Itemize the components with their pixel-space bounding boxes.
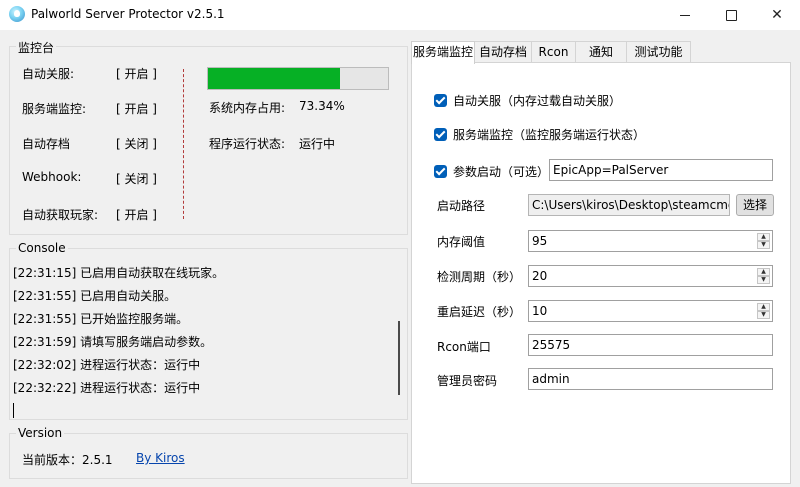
maximize-button[interactable]: [708, 0, 754, 30]
version-group: Version 当前版本：2.5.1 By Kiros: [9, 426, 408, 479]
window-title: Palworld Server Protector v2.5.1: [31, 7, 225, 21]
restart-delay-input[interactable]: 10 ▲ ▼: [528, 300, 773, 322]
text-caret: [13, 403, 14, 418]
program-status-label: 程序运行状态:: [209, 137, 286, 151]
arrow-up-icon[interactable]: ▲: [757, 303, 770, 311]
monitor-divider: [183, 69, 184, 219]
monitor-group-title: 监控台: [16, 39, 57, 56]
launch-args-input[interactable]: EpicApp=PalServer: [549, 159, 773, 181]
check-interval-input[interactable]: 20 ▲ ▼: [528, 265, 773, 287]
palworld-app-icon: [9, 6, 25, 22]
arrow-down-icon[interactable]: ▼: [757, 311, 770, 319]
maximize-icon: [725, 9, 737, 21]
check-icon: [434, 128, 447, 141]
memory-usage-label: 系统内存占用:: [209, 101, 286, 115]
memory-threshold-label: 内存阈值: [437, 235, 486, 249]
minimize-button[interactable]: [662, 0, 708, 30]
monitor-label-auto-players: 自动获取玩家:: [22, 208, 99, 222]
arrow-down-icon[interactable]: ▼: [757, 241, 770, 249]
server-monitor-label: 服务端监控（监控服务端运行状态）: [453, 128, 646, 142]
restart-delay-spinner[interactable]: ▲ ▼: [757, 303, 770, 319]
monitor-label-server-monitor: 服务端监控:: [22, 102, 87, 116]
monitor-label-webhook: Webhook:: [22, 170, 82, 184]
arrow-up-icon[interactable]: ▲: [757, 268, 770, 276]
memory-threshold-input[interactable]: 95 ▲ ▼: [528, 230, 773, 252]
console-line: [22:32:22] 进程运行状态：运行中: [13, 381, 201, 395]
arrow-down-icon[interactable]: ▼: [757, 276, 770, 284]
check-icon: [434, 94, 447, 107]
admin-password-label: 管理员密码: [437, 374, 498, 388]
launch-args-checkbox[interactable]: 参数启动（可选）: [434, 163, 549, 180]
check-interval-label: 检测周期（秒）: [437, 270, 522, 284]
monitor-value-webhook: [ 关闭 ]: [116, 172, 157, 186]
auto-shutdown-label: 自动关服（内存过载自动关服）: [453, 94, 622, 108]
console-line: [22:31:55] 已开始监控服务端。: [13, 312, 189, 326]
author-link[interactable]: By Kiros: [136, 451, 185, 465]
close-icon: ✕: [771, 7, 783, 23]
server-monitor-panel: 自动关服（内存过载自动关服） 服务端监控（监控服务端运行状态） 参数启动（可选）…: [411, 62, 791, 484]
browse-button[interactable]: 选择: [736, 194, 774, 216]
memory-progress-bar: [207, 67, 389, 90]
launch-args-label: 参数启动（可选）: [453, 165, 550, 179]
restart-delay-value: 10: [532, 304, 548, 318]
version-group-title: Version: [16, 426, 65, 440]
memory-threshold-value: 95: [532, 234, 548, 248]
start-path-label: 启动路径: [437, 199, 486, 213]
restart-delay-label: 重启延迟（秒）: [437, 305, 522, 319]
rcon-port-input[interactable]: 25575: [528, 334, 773, 356]
console-group-title: Console: [16, 241, 68, 255]
close-button[interactable]: ✕: [754, 0, 800, 30]
rcon-port-label: Rcon端口: [437, 340, 491, 354]
admin-password-input[interactable]: admin: [528, 368, 773, 390]
check-icon: [434, 165, 447, 178]
current-version-label: 当前版本：2.5.1: [22, 453, 113, 467]
console-line: [22:31:59] 请填写服务端启动参数。: [13, 335, 213, 349]
console-line: [22:31:55] 已启用自动关服。: [13, 289, 177, 303]
console-scrollbar[interactable]: [398, 321, 400, 395]
memory-progress-fill: [208, 68, 340, 89]
program-status-value: 运行中: [299, 137, 336, 151]
memory-usage-value: 73.34%: [299, 99, 345, 113]
tab-server-monitor[interactable]: 服务端监控: [411, 41, 475, 64]
tab-auto-save[interactable]: 自动存档: [474, 41, 532, 63]
memory-threshold-spinner[interactable]: ▲ ▼: [757, 233, 770, 249]
tab-rcon[interactable]: Rcon: [531, 41, 576, 63]
monitor-label-auto-save: 自动存档: [22, 137, 71, 151]
auto-shutdown-checkbox[interactable]: 自动关服（内存过载自动关服）: [434, 92, 621, 109]
minimize-icon: [680, 14, 690, 16]
title-bar: Palworld Server Protector v2.5.1 ✕: [0, 0, 800, 30]
check-interval-spinner[interactable]: ▲ ▼: [757, 268, 770, 284]
check-interval-value: 20: [532, 269, 548, 283]
start-path-input[interactable]: C:\Users\kiros\Desktop\steamcmd: [528, 194, 730, 216]
tab-test-features[interactable]: 测试功能: [626, 41, 691, 63]
monitor-value-auto-shutdown: [ 开启 ]: [116, 67, 157, 81]
console-line: [22:31:15] 已启用自动获取在线玩家。: [13, 266, 225, 280]
console-group: Console [22:31:15] 已启用自动获取在线玩家。 [22:31:5…: [9, 241, 408, 420]
monitor-value-auto-save: [ 关闭 ]: [116, 137, 157, 151]
server-monitor-checkbox[interactable]: 服务端监控（监控服务端运行状态）: [434, 126, 645, 143]
tab-notify[interactable]: 通知: [575, 41, 627, 63]
monitor-value-auto-players: [ 开启 ]: [116, 208, 157, 222]
console-line: [22:32:02] 进程运行状态：运行中: [13, 358, 201, 372]
console-output[interactable]: [22:31:15] 已启用自动获取在线玩家。 [22:31:55] 已启用自动…: [10, 256, 406, 418]
monitor-value-server-monitor: [ 开启 ]: [116, 102, 157, 116]
monitor-label-auto-shutdown: 自动关服:: [22, 67, 75, 81]
arrow-up-icon[interactable]: ▲: [757, 233, 770, 241]
monitor-group: 监控台 自动关服: [ 开启 ] 服务端监控: [ 开启 ] 自动存档 [ 关闭…: [9, 39, 408, 235]
